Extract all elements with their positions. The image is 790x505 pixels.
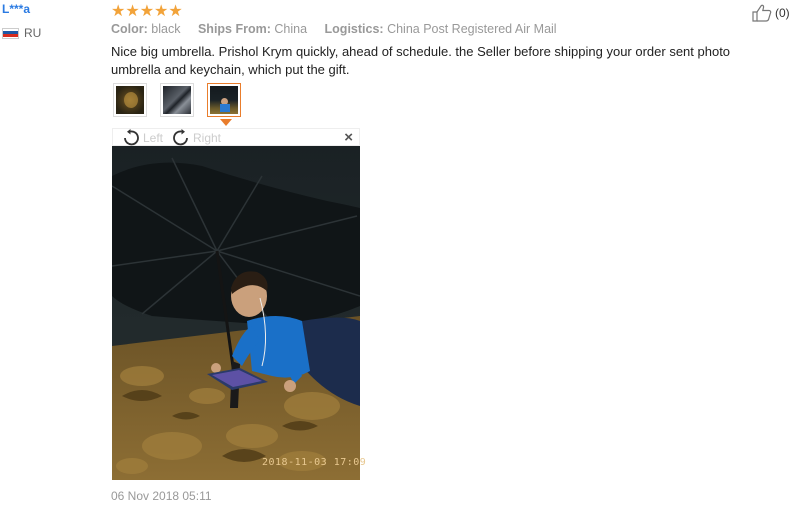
star-rating: ★★★★★	[111, 3, 183, 20]
ships-from-value: China	[274, 22, 308, 36]
logistics-value: China Post Registered Air Mail	[387, 22, 557, 36]
country-code: RU	[24, 26, 42, 40]
like-count: (0)	[775, 6, 790, 20]
reviewer-name[interactable]: L***a	[2, 2, 30, 16]
review-text: Nice big umbrella. Prishol Krym quickly,…	[111, 44, 731, 77]
photo-thumbnail[interactable]	[160, 83, 194, 117]
photo-thumbnail-active[interactable]	[207, 83, 241, 117]
thumbs-up-icon	[752, 4, 772, 22]
rotate-left-label: Left	[143, 130, 164, 145]
photo-viewer-toolbar: Left Right ×	[112, 128, 360, 146]
close-viewer-button[interactable]: ×	[344, 129, 353, 146]
photo-timestamp: 2018-11-03 17:09	[262, 457, 367, 468]
rotate-left-button[interactable]: Left	[121, 129, 163, 146]
rotate-right-label: Right	[193, 130, 222, 145]
photo-thumbnail[interactable]	[113, 83, 147, 117]
rotate-right-button[interactable]: Right	[171, 129, 221, 146]
rotate-left-icon	[124, 129, 139, 146]
russia-flag-icon	[2, 27, 19, 39]
reviewer-country: RU	[2, 26, 41, 40]
photo-thumbnails	[113, 83, 241, 117]
order-info: Color: black Ships From: China Logistics…	[111, 22, 571, 36]
review-date: 06 Nov 2018 05:11	[111, 489, 212, 503]
photo-umbrella-boy	[112, 146, 360, 480]
active-thumbnail-caret	[220, 119, 232, 126]
like-button[interactable]: (0)	[752, 4, 790, 22]
color-label: Color:	[111, 22, 148, 36]
rotate-right-icon	[173, 129, 188, 146]
ships-from-label: Ships From:	[197, 22, 271, 36]
review-photo	[112, 146, 360, 480]
logistics-label: Logistics:	[324, 22, 384, 36]
color-value: black	[151, 22, 181, 36]
